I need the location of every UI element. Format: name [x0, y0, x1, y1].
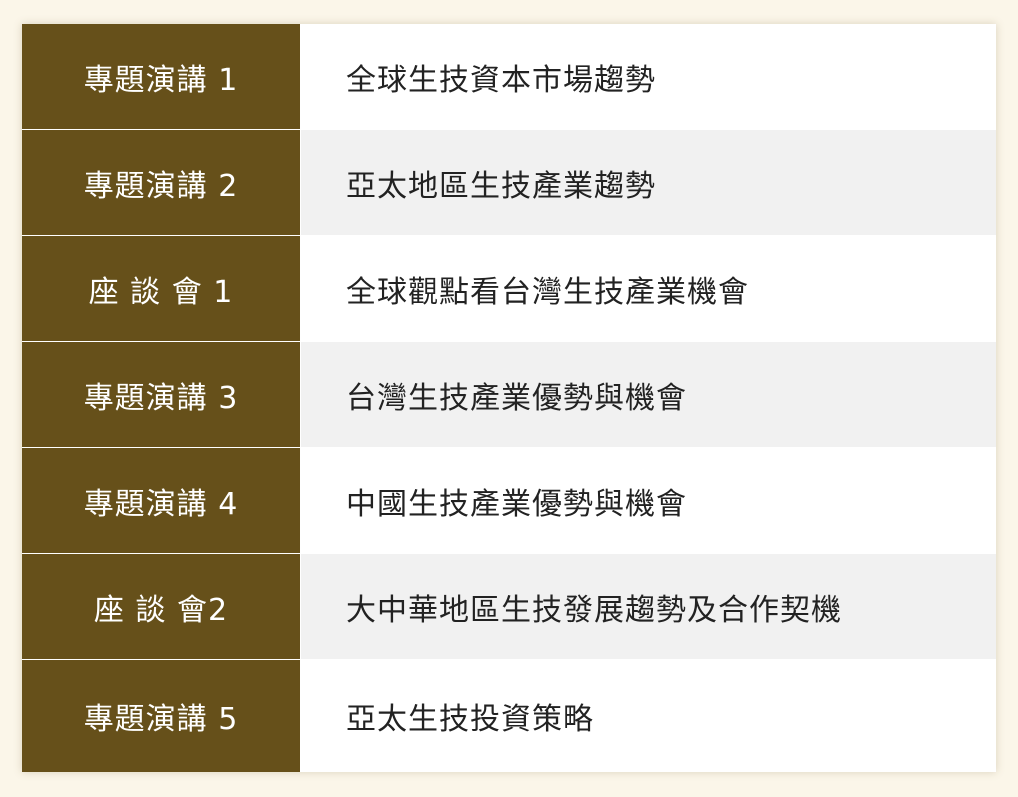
session-topic: 全球觀點看台灣生技產業機會 [301, 236, 996, 341]
agenda-table: 專題演講 1 全球生技資本市場趨勢 專題演講 2 亞太地區生技產業趨勢 座 談 … [22, 24, 996, 772]
session-topic: 全球生技資本市場趨勢 [301, 24, 996, 129]
agenda-row: 專題演講 4 中國生技產業優勢與機會 [22, 448, 996, 554]
session-label: 專題演講 3 [22, 342, 301, 447]
session-topic: 亞太生技投資策略 [301, 660, 996, 772]
agenda-row: 座 談 會 1 全球觀點看台灣生技產業機會 [22, 236, 996, 342]
agenda-row: 專題演講 1 全球生技資本市場趨勢 [22, 24, 996, 130]
session-topic: 亞太地區生技產業趨勢 [301, 130, 996, 235]
agenda-row: 座 談 會2 大中華地區生技發展趨勢及合作契機 [22, 554, 996, 660]
session-topic: 中國生技產業優勢與機會 [301, 448, 996, 553]
session-label: 座 談 會2 [22, 554, 301, 659]
session-label: 專題演講 4 [22, 448, 301, 553]
session-topic: 大中華地區生技發展趨勢及合作契機 [301, 554, 996, 659]
agenda-row: 專題演講 5 亞太生技投資策略 [22, 660, 996, 772]
session-label: 專題演講 5 [22, 660, 301, 772]
agenda-row: 專題演講 2 亞太地區生技產業趨勢 [22, 130, 996, 236]
session-label: 座 談 會 1 [22, 236, 301, 341]
session-label: 專題演講 1 [22, 24, 301, 129]
agenda-row: 專題演講 3 台灣生技產業優勢與機會 [22, 342, 996, 448]
session-label: 專題演講 2 [22, 130, 301, 235]
session-topic: 台灣生技產業優勢與機會 [301, 342, 996, 447]
